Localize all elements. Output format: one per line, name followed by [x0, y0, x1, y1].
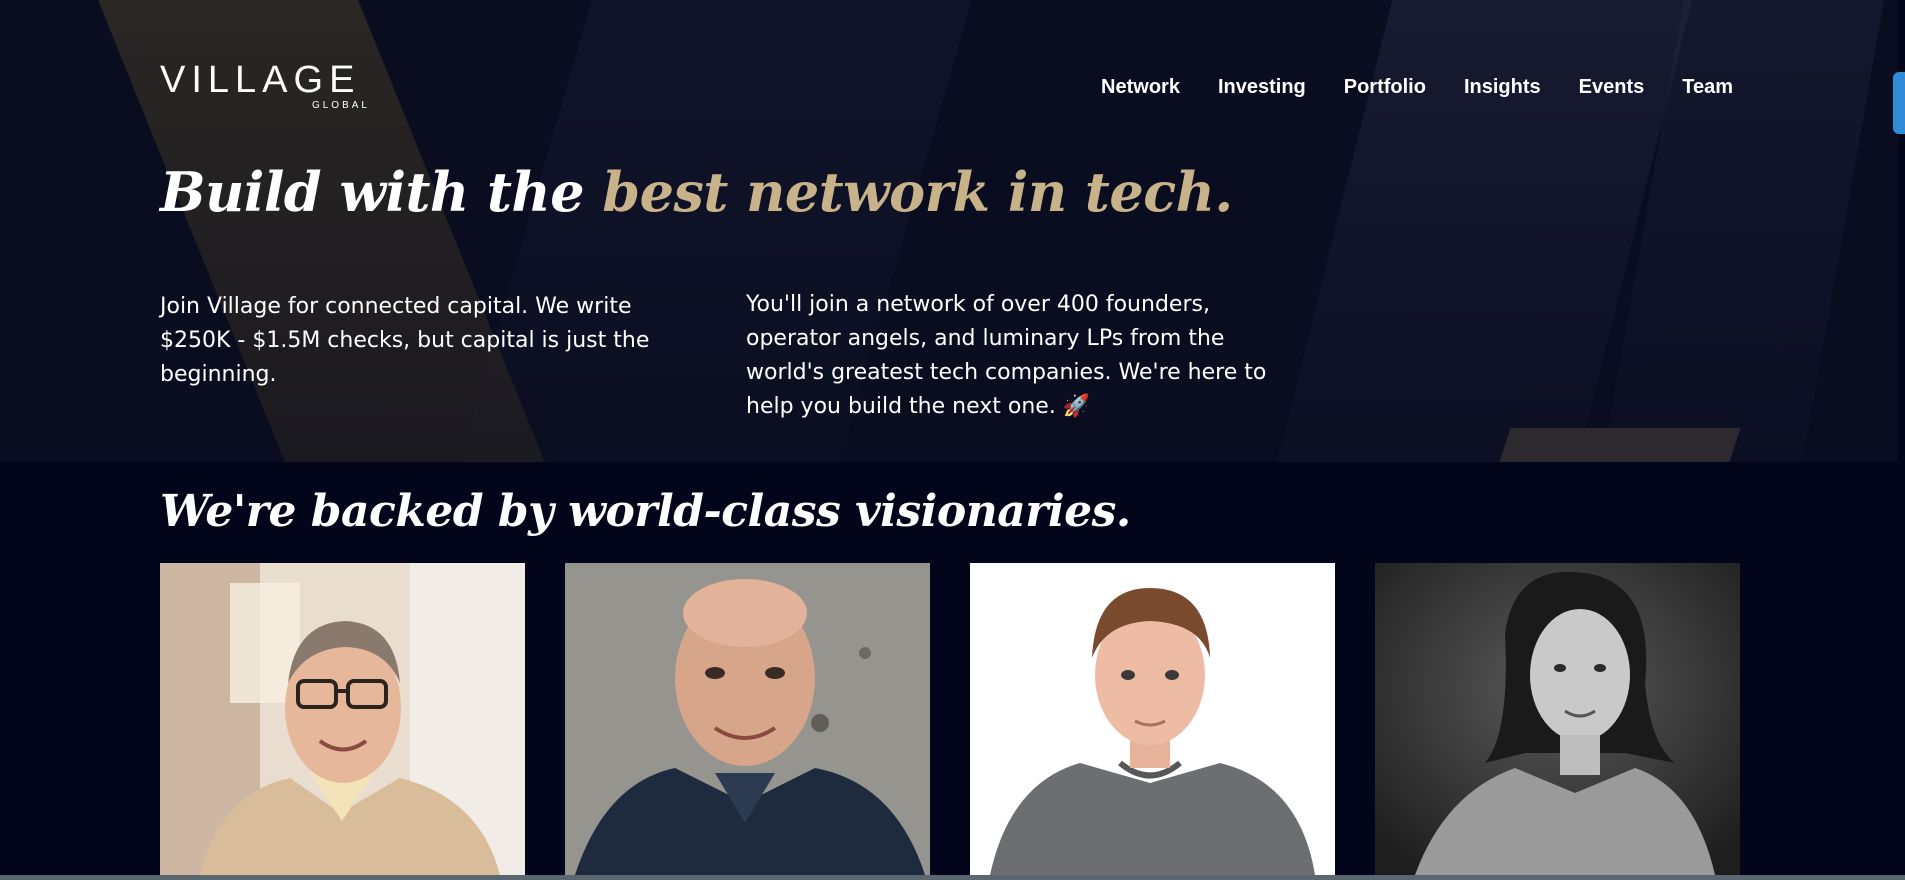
backers-grid — [160, 563, 1740, 875]
nav-portfolio[interactable]: Portfolio — [1344, 76, 1426, 99]
backers-heading: We're backed by world-class visionaries. — [160, 486, 1131, 537]
nav-insights[interactable]: Insights — [1464, 76, 1541, 99]
nav-investing[interactable]: Investing — [1218, 76, 1306, 99]
nav-network[interactable]: Network — [1101, 76, 1180, 99]
village-global-logo[interactable]: VILLAGE GLOBAL — [160, 60, 370, 116]
backer-photo-3 — [970, 563, 1335, 875]
backer-photo-2 — [565, 563, 930, 875]
logo-subtext: GLOBAL — [311, 100, 370, 111]
nav-events[interactable]: Events — [1579, 76, 1645, 99]
nav-team[interactable]: Team — [1682, 76, 1733, 99]
headline-accent: best network in tech. — [602, 160, 1233, 224]
headline-text: Build with the — [160, 160, 603, 224]
logo-wordmark: VILLAGE — [160, 59, 361, 101]
intro-network-text: You'll join a network of over 400 founde… — [746, 292, 1267, 419]
backer-photo-4 — [1375, 563, 1740, 875]
scrollbar-tab[interactable] — [1893, 72, 1905, 134]
main-nav: Network Investing Portfolio Insights Eve… — [1101, 76, 1733, 99]
hero-headline: Build with the best network in tech. — [160, 160, 1233, 224]
intro-capital-text: Join Village for connected capital. We w… — [160, 294, 650, 387]
backer-photo-1 — [160, 563, 525, 875]
bottom-strip — [0, 875, 1905, 880]
